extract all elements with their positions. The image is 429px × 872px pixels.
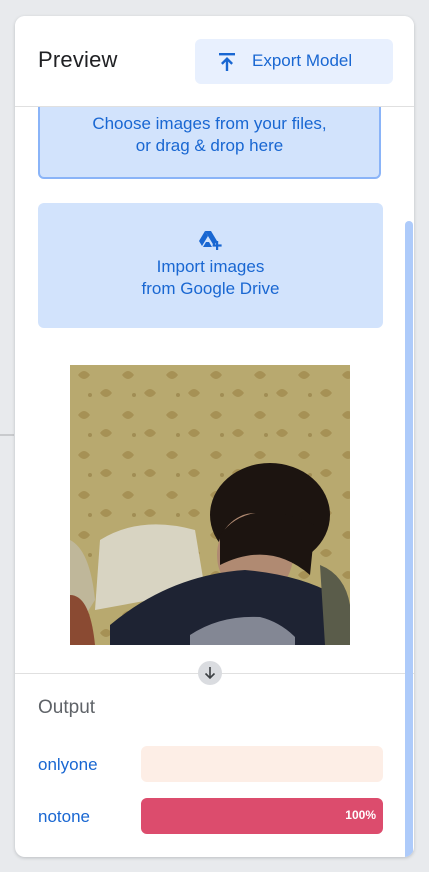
preview-panel: Preview Export Model Choose images from … — [15, 16, 414, 857]
upload-line-1: Choose images from your files, — [92, 114, 327, 133]
confidence-bar-notone: 100% — [141, 798, 383, 834]
arrow-down-icon — [204, 667, 216, 680]
drive-line-1: Import images — [156, 257, 265, 276]
panel-title: Preview — [38, 47, 118, 72]
panel-scrollbar[interactable] — [405, 221, 413, 857]
drive-line-2: from Google Drive — [141, 279, 280, 298]
preview-image — [70, 365, 350, 645]
confidence-bar-onlyone — [141, 746, 383, 782]
upload-arrow-icon — [219, 53, 235, 71]
confidence-percent-notone: 100% — [345, 808, 376, 822]
scroll-down-button[interactable] — [198, 661, 222, 685]
background-divider — [0, 434, 14, 436]
class-label-onlyone: onlyone — [38, 755, 98, 774]
upload-line-2: or drag & drop here — [135, 136, 284, 155]
export-model-button[interactable]: Export Model — [195, 39, 393, 84]
webcam-photo — [70, 365, 350, 645]
file-drop-zone[interactable]: Choose images from your files, or drag &… — [38, 107, 381, 179]
input-scroll-area[interactable]: Choose images from your files, or drag &… — [15, 107, 414, 673]
preview-header: Preview Export Model — [15, 16, 414, 107]
google-drive-add-icon — [199, 231, 222, 250]
import-google-drive-button[interactable]: Import images from Google Drive — [38, 203, 383, 328]
class-label-notone: notone — [38, 807, 90, 826]
export-model-label: Export Model — [252, 51, 353, 70]
output-title: Output — [38, 697, 96, 718]
